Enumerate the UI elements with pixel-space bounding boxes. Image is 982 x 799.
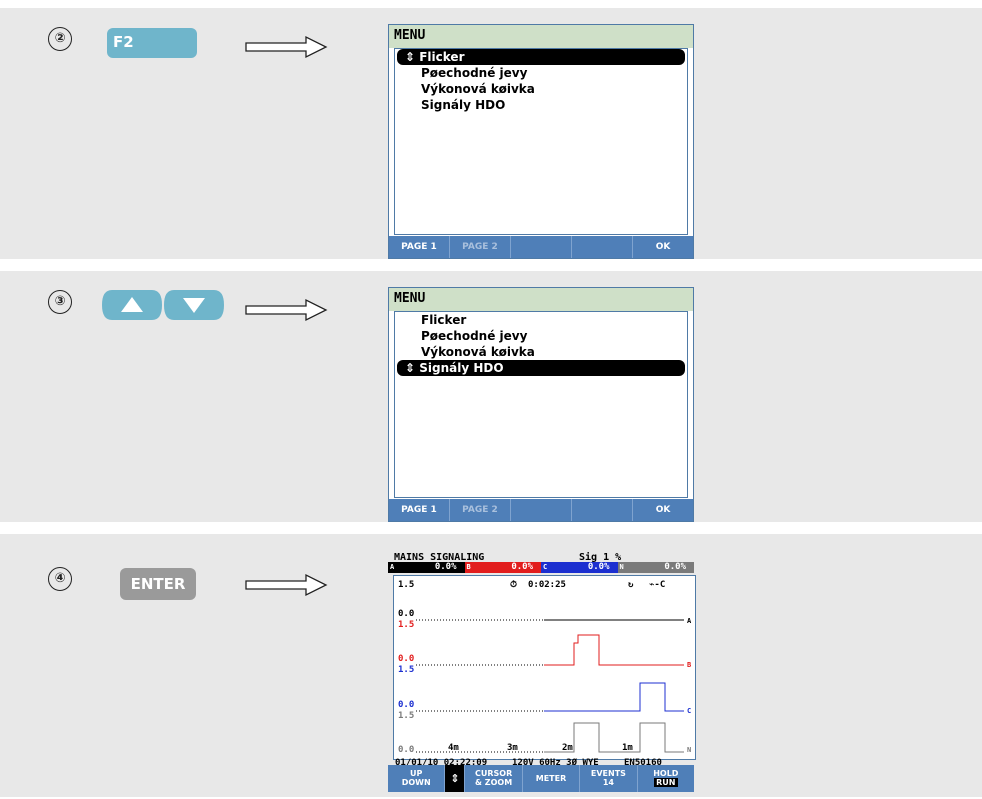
scale-label: 0.0 (398, 700, 414, 710)
trace-b (544, 634, 684, 666)
up-down-arrows-icon[interactable]: ⇕ (445, 765, 466, 792)
f2-key[interactable]: F2 (107, 28, 197, 58)
menu-list: ⇕ Flicker Pøechodné jevy Výkonová køivka… (394, 48, 688, 235)
softkey-page-2[interactable]: PAGE 2 (450, 236, 511, 258)
menu-title: MENU (389, 25, 693, 48)
softkey-empty (511, 499, 572, 521)
softkey-empty (572, 499, 633, 521)
softkey-empty (572, 236, 633, 258)
signal-trace-plot: 1.5 ⏱ 0:02:25 ↻ ⌁-C 0.0 1.5 0.0 1.5 0.0 … (393, 575, 696, 760)
scope-title: MAINS SIGNALING (394, 552, 485, 563)
softkey-bar: PAGE 1 PAGE 2 OK (389, 499, 693, 521)
menu-screen: MENU Flicker Pøechodné jevy Výkonová køi… (388, 287, 694, 522)
menu-item-mains-signaling[interactable]: Signály HDO (395, 97, 687, 113)
down-arrow-key[interactable] (164, 290, 224, 320)
softkey-events[interactable]: EVENTS 14 (580, 765, 638, 792)
trace-label-n: N (687, 746, 691, 754)
power-plug-icon: ⌁-C (649, 580, 665, 590)
scale-label: 0.0 (398, 745, 414, 755)
phase-c-readout: C 0.0% (541, 562, 618, 573)
mains-signaling-screen: MAINS SIGNALING Sig 1 % A 0.0% B 0.0% C 0.0… (388, 552, 696, 792)
softkey-meter[interactable]: METER (523, 765, 581, 792)
softkey-empty (511, 236, 572, 258)
step-number: ④ (48, 567, 72, 591)
phase-n-readout: N 0.0% (617, 562, 694, 573)
menu-item-mains-signaling[interactable]: ⇕ Signály HDO (397, 360, 685, 376)
scale-label: 0.0 (398, 609, 414, 619)
menu-list: Flicker Pøechodné jevy Výkonová køivka ⇕… (394, 311, 688, 498)
softkey-hold-run[interactable]: HOLD RUN (638, 765, 694, 792)
top-scale-label: 1.5 (398, 580, 414, 590)
right-arrow-icon (245, 35, 328, 59)
scale-label: 1.5 (398, 711, 414, 721)
softkey-page-1[interactable]: PAGE 1 (389, 236, 450, 258)
softkey-up-down[interactable]: UP DOWN (388, 765, 446, 792)
softkey-cursor-zoom[interactable]: CURSOR & ZOOM (465, 765, 523, 792)
scale-label: 0.0 (398, 654, 414, 664)
elapsed-timer: 0:02:25 (528, 580, 566, 590)
scope-sig-level: Sig 1 % (579, 552, 622, 563)
phase-b-readout: B 0.0% (464, 562, 541, 573)
softkey-ok[interactable]: OK (633, 499, 693, 521)
step-number: ③ (48, 290, 72, 314)
up-arrow-key[interactable] (102, 290, 162, 320)
softkey-ok[interactable]: OK (633, 236, 693, 258)
menu-item-transients[interactable]: Pøechodné jevy (395, 65, 687, 81)
scope-softkey-bar: UP DOWN ⇕ CURSOR & ZOOM METER EVENTS 14 HOL… (388, 765, 694, 792)
softkey-page-2[interactable]: PAGE 2 (450, 499, 511, 521)
scale-label: 1.5 (398, 665, 414, 675)
softkey-bar: PAGE 1 PAGE 2 OK (389, 236, 693, 258)
trace-c (544, 682, 684, 712)
right-arrow-icon (245, 298, 328, 322)
menu-screen: MENU ⇕ Flicker Pøechodné jevy Výkonová k… (388, 24, 694, 259)
menu-item-power-wave[interactable]: Výkonová køivka (395, 81, 687, 97)
scale-label: 1.5 (398, 620, 414, 630)
step-number: ② (48, 27, 72, 51)
softkey-page-1[interactable]: PAGE 1 (389, 499, 450, 521)
scope-header: MAINS SIGNALING Sig 1 % (388, 552, 694, 563)
menu-item-flicker[interactable]: Flicker (395, 312, 687, 328)
enter-key[interactable]: ENTER (120, 568, 196, 600)
right-arrow-icon (245, 573, 328, 597)
menu-item-flicker[interactable]: ⇕ Flicker (397, 49, 685, 65)
phase-a-readout: A 0.0% (388, 562, 465, 573)
trace-label-c: C (687, 707, 691, 715)
phase-readout-bar: A 0.0% B 0.0% C 0.0% N 0.0% (388, 562, 694, 573)
menu-title: MENU (389, 288, 693, 311)
restart-icon: ↻ (628, 580, 633, 590)
trace-label-a: A (687, 617, 692, 625)
menu-item-power-wave[interactable]: Výkonová køivka (395, 344, 687, 360)
menu-item-transients[interactable]: Pøechodné jevy (395, 328, 687, 344)
trace-label-b: B (687, 661, 691, 669)
stopwatch-icon: ⏱ (510, 579, 517, 590)
